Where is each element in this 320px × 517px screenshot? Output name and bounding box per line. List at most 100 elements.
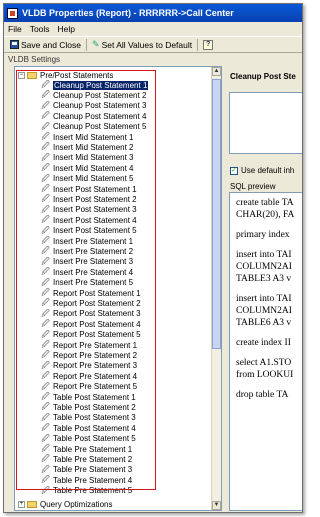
tree-item[interactable]: 🖉 Insert Post Statement 5 (41, 226, 137, 236)
setting-header: Cleanup Post Ste (230, 72, 296, 81)
tree-item[interactable]: 🖉 Report Post Statement 5 (41, 330, 141, 340)
pencil-check-icon: ✎ (92, 39, 100, 49)
sql-line: insert into TAI (236, 250, 292, 260)
tree-item[interactable]: 🖉 Report Pre Statement 3 (41, 361, 137, 371)
tree-item[interactable]: 🖉 Insert Post Statement 3 (41, 205, 136, 215)
tree-scrollbar[interactable]: ▲ ▼ (211, 67, 221, 510)
menu-bar: File Tools Help (4, 22, 302, 36)
tree-item-label: Table Pre Statement 1 (53, 444, 133, 454)
tree-item[interactable]: 🖉 Table Post Statement 3 (41, 413, 135, 423)
sql-line: TABLE3 A3 v (236, 274, 292, 284)
tree-root-label: Query Optimizations (40, 499, 113, 509)
tree-item-label: Table Post Statement 4 (53, 423, 136, 433)
sql-line: COLUMN2AI (236, 262, 292, 272)
tree-item[interactable]: 🖉 Cleanup Post Statement 5 (41, 122, 146, 132)
use-default-checkbox-row[interactable]: ✓ Use default inh (230, 166, 294, 175)
tree-item[interactable]: 🖉 Report Pre Statement 2 (41, 350, 137, 360)
sql-gap (236, 285, 302, 293)
tree-item[interactable]: 🖉 Table Pre Statement 1 (41, 444, 132, 454)
tree-item-label: Table Pre Statement 5 (53, 486, 133, 496)
help-button[interactable]: ? (200, 39, 216, 50)
tree-item[interactable]: 🖉 Report Post Statement 2 (41, 298, 140, 308)
pencil-icon: 🖉 (41, 111, 50, 121)
pencil-icon: 🖉 (41, 121, 50, 131)
tree-item[interactable]: 🖉 Table Pre Statement 3 (41, 465, 132, 475)
tree-item[interactable]: 🖉 Report Pre Statement 5 (41, 382, 137, 392)
tree-item[interactable]: 🖉 Report Post Statement 3 (41, 309, 140, 319)
tree-item-label: Table Post Statement 1 (53, 392, 136, 402)
tree-item[interactable]: 🖉 Table Pre Statement 4 (41, 475, 132, 485)
tree-root-query-optimizations[interactable]: + Query Optimizations (18, 499, 112, 509)
title-bar[interactable]: VLDB Properties (Report) - RRRRRR->Call … (4, 4, 302, 22)
tree-item-label: Table Pre Statement 2 (53, 454, 133, 464)
tree-item-label: Cleanup Post Statement 3 (53, 101, 147, 111)
tree-item[interactable]: 🖉 Insert Pre Statement 5 (41, 278, 133, 288)
tree-item[interactable]: 🖉 Cleanup Post Statement 3 (41, 101, 146, 111)
menu-file[interactable]: File (8, 24, 22, 34)
tree-item-label: Report Pre Statement 5 (53, 382, 138, 392)
tree-item[interactable]: 🖉 Table Post Statement 2 (41, 402, 136, 412)
scroll-thumb[interactable] (212, 79, 221, 349)
tree-item[interactable]: 🖉 Insert Mid Statement 4 (41, 163, 133, 173)
pencil-icon: 🖉 (41, 381, 50, 391)
save-and-close-button[interactable]: Save and Close (7, 40, 84, 50)
settings-tree[interactable]: − Pre/Post Statements 🖉 Cleanup Post Stat… (14, 66, 222, 511)
tree-item[interactable]: 🖉 Report Pre Statement 1 (41, 340, 137, 350)
pencil-icon: 🖉 (41, 236, 50, 245)
tree-item[interactable]: 🖉 Cleanup Post Statement 1 (41, 80, 149, 90)
pencil-icon: 🖉 (41, 423, 50, 433)
tree-item-label: Report Post Statement 4 (53, 319, 141, 329)
scroll-up-icon[interactable]: ▲ (212, 67, 221, 76)
collapse-icon[interactable]: − (18, 71, 25, 79)
tree-item-label: Insert Post Statement 5 (53, 226, 137, 236)
vldb-properties-window: VLDB Properties (Report) - RRRRRR->Call … (3, 3, 303, 513)
tree-item[interactable]: 🖉 Report Post Statement 1 (41, 288, 140, 298)
tree-item[interactable]: 🖉 Insert Mid Statement 3 (41, 153, 133, 163)
tree-item[interactable]: 🖉 Table Post Statement 5 (41, 434, 135, 444)
tree-item[interactable]: 🖉 Table Pre Statement 5 (41, 486, 132, 496)
statement-input[interactable] (229, 92, 302, 154)
tree-item[interactable]: 🖉 Insert Mid Statement 5 (41, 174, 133, 184)
use-default-checkbox[interactable]: ✓ (230, 166, 238, 175)
pencil-icon: 🖉 (41, 371, 50, 381)
tree-item[interactable]: 🖉 Insert Pre Statement 4 (41, 267, 133, 277)
tree-item[interactable]: 🖉 Insert Post Statement 2 (41, 194, 136, 204)
tree-item-label: Cleanup Post Statement 1 (53, 80, 149, 90)
tree-item[interactable]: 🖉 Report Post Statement 4 (41, 319, 141, 329)
tree-item[interactable]: 🖉 Cleanup Post Statement 2 (41, 90, 146, 100)
menu-tools[interactable]: Tools (30, 24, 50, 34)
menu-help[interactable]: Help (58, 24, 75, 34)
tree-item-label: Table Post Statement 2 (53, 402, 136, 412)
set-all-default-button[interactable]: ✎ Set All Values to Default (89, 39, 195, 50)
tree-item[interactable]: 🖉 Table Post Statement 1 (41, 392, 136, 402)
tree-item[interactable]: 🖉 Insert Pre Statement 1 (41, 236, 133, 246)
pencil-icon: 🖉 (41, 215, 50, 225)
tree-item-label: Insert Post Statement 1 (53, 184, 137, 194)
tree-item-label: Insert Mid Statement 2 (53, 142, 134, 152)
pencil-icon: 🖉 (41, 319, 50, 329)
tree-item[interactable]: 🖉 Insert Post Statement 1 (41, 184, 137, 194)
tree-item[interactable]: 🖉 Cleanup Post Statement 4 (41, 111, 146, 121)
pencil-icon: 🖉 (41, 173, 50, 183)
tree-item[interactable]: 🖉 Insert Mid Statement 2 (41, 142, 133, 152)
scroll-down-icon[interactable]: ▼ (212, 501, 221, 510)
tree-root-pre-post[interactable]: − Pre/Post Statements (18, 70, 113, 80)
sql-line: primary index (236, 230, 290, 240)
tree-item[interactable]: 🖉 Insert Pre Statement 2 (41, 246, 133, 256)
tree-item-label: Insert Post Statement 4 (53, 215, 137, 225)
tree-item-label: Report Post Statement 5 (53, 330, 141, 340)
tree-item[interactable]: 🖉 Insert Mid Statement 1 (41, 132, 133, 142)
tree-item[interactable]: 🖉 Insert Post Statement 4 (41, 215, 137, 225)
tree-item[interactable]: 🖉 Table Post Statement 4 (41, 423, 136, 433)
sql-line: create table TA (236, 198, 294, 208)
tree-item[interactable]: 🖉 Report Pre Statement 4 (41, 371, 137, 381)
tree-item[interactable]: 🖉 Insert Pre Statement 3 (41, 257, 133, 267)
tree-item-label: Insert Pre Statement 1 (53, 236, 134, 246)
pencil-icon: 🖉 (41, 350, 50, 360)
sql-line: insert into TAI (236, 294, 292, 304)
tree-item-label: Cleanup Post Statement 2 (53, 90, 147, 100)
tree-item[interactable]: 🖉 Table Pre Statement 2 (41, 454, 132, 464)
sql-gap (236, 381, 302, 389)
sql-preview-box[interactable]: create table TA CHAR(20), FA primary index… (229, 192, 302, 511)
expand-icon[interactable]: + (18, 500, 25, 508)
